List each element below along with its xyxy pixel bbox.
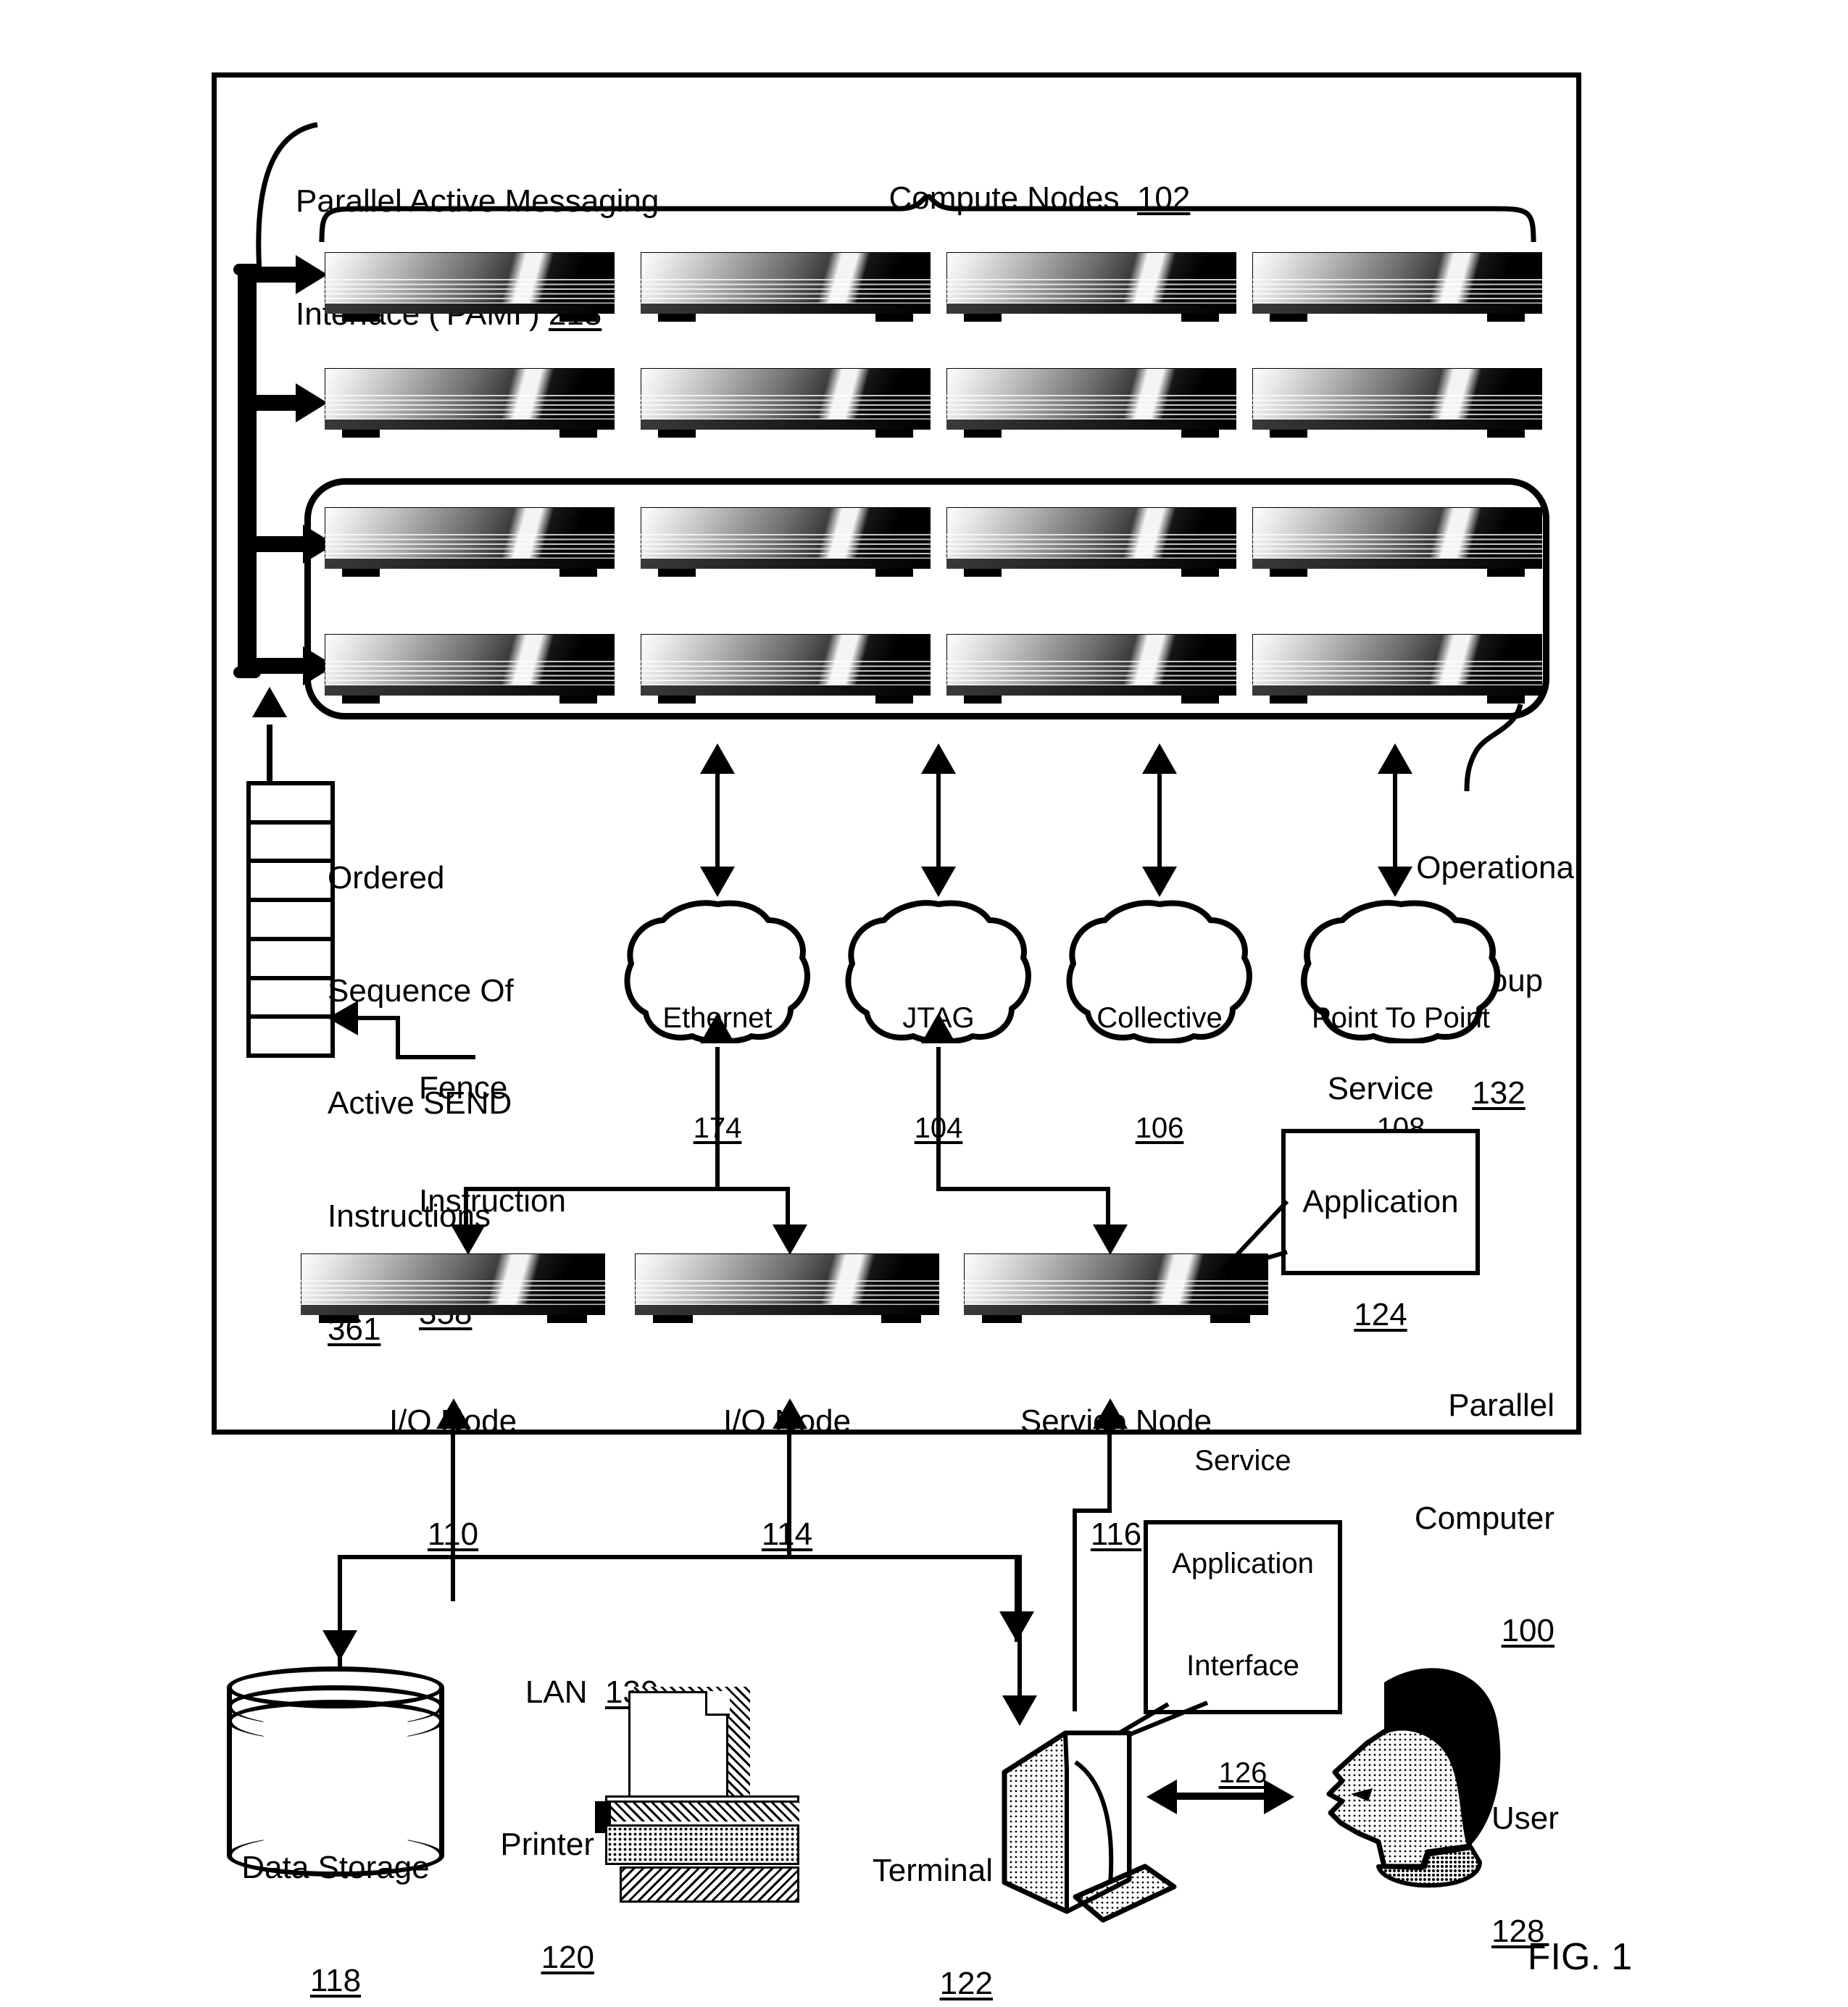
fence-arrow [328, 1001, 358, 1035]
service-application-pointer [1220, 1199, 1289, 1273]
lan-bus-full [338, 1555, 1022, 1559]
pami-stub-row2 [255, 395, 299, 411]
figure-page: Parallel Active Messaging Interface (‘PA… [0, 0, 1848, 2007]
fifo-cell [251, 825, 330, 864]
lan-drop-terminal [1017, 1555, 1022, 1707]
fifo-cell [251, 941, 330, 980]
ethernet-split-h [464, 1187, 790, 1191]
compute-node [641, 368, 931, 438]
compute-node [325, 507, 615, 577]
ethernet-down-line [715, 1047, 720, 1188]
fifo-cell [251, 863, 330, 903]
user-arrow-line [1174, 1793, 1268, 1800]
net-arrow-down-ethernet [700, 867, 735, 897]
lan-arrow-io110 [436, 1398, 471, 1429]
fifo-to-pami-arrow [252, 687, 287, 717]
ordered-sequence-fifo [246, 781, 335, 1058]
pami-arrow-row2 [296, 383, 328, 422]
lan-riser-io110 [451, 1556, 455, 1601]
compute-node [1252, 634, 1542, 704]
lan-jog-service116 [1073, 1509, 1112, 1513]
ethernet-branch-right [786, 1187, 790, 1230]
compute-node [325, 252, 615, 322]
jtag-down-line [936, 1047, 941, 1188]
cloud-label: Collective 106 [1096, 1002, 1223, 1144]
printer-icon [595, 1687, 815, 1903]
io-node-114-icon [635, 1253, 939, 1323]
net-line-collective [1157, 769, 1162, 871]
pami-stub-row4 [255, 658, 306, 674]
pami-leader-line [256, 122, 318, 273]
printer-label: Printer 120 [500, 1826, 594, 1975]
fence-leader-v [396, 1016, 400, 1059]
fifo-cell [251, 980, 330, 1019]
compute-node [946, 368, 1236, 438]
fence-leader-h1 [357, 1016, 400, 1020]
lan-arrow-printer [999, 1611, 1034, 1642]
compute-node [1252, 252, 1542, 322]
net-arrow-down-jtag [921, 867, 956, 897]
net-line-jtag [936, 769, 941, 871]
compute-node [641, 634, 931, 704]
ethernet-arrow-up-io [700, 1013, 735, 1043]
jtag-arrow-up [921, 1013, 956, 1043]
lan-line-service116 [1107, 1426, 1112, 1511]
ethernet-branch-left [464, 1187, 468, 1230]
compute-node [325, 634, 615, 704]
compute-node [946, 252, 1236, 322]
lan-arrow-service116 [1093, 1398, 1128, 1429]
service-application-callout: Service Application 124 [1281, 1071, 1480, 1332]
pami-arrow-row1 [296, 255, 328, 294]
pami-stub-row1 [255, 267, 299, 283]
net-line-p2p [1393, 769, 1397, 871]
user-arrow-left [1146, 1779, 1177, 1814]
compute-node [641, 507, 931, 577]
io-node-110-icon [301, 1253, 605, 1323]
user-icon [1297, 1652, 1522, 1891]
lan-drop-service116 [1073, 1509, 1077, 1711]
compute-node [946, 634, 1236, 704]
net-arrow-down-collective [1142, 867, 1177, 897]
compute-node [641, 252, 931, 322]
jtag-split-h [936, 1187, 1110, 1191]
pami-stub-row3 [255, 536, 306, 552]
lan-arrow-io114 [773, 1398, 807, 1429]
lan-arrow-storage [322, 1630, 357, 1661]
lan-line-io110 [451, 1426, 455, 1558]
user-arrow-right [1264, 1779, 1294, 1814]
jtag-branch [1106, 1187, 1110, 1230]
net-arrow-down-p2p [1378, 867, 1412, 897]
jtag-arrow-service [1093, 1224, 1128, 1255]
fifo-cell [251, 785, 330, 825]
fifo-cell [251, 902, 330, 941]
fifo-cell [251, 1019, 330, 1053]
lan-line-io114 [787, 1426, 791, 1558]
figure-label: FIG. 1 [1527, 1936, 1633, 1979]
terminal-label: Terminal 122 [872, 1852, 993, 2001]
compute-node [1252, 368, 1542, 438]
compute-node [325, 368, 615, 438]
fifo-to-pami-line [267, 725, 272, 783]
net-line-ethernet [715, 769, 720, 871]
compute-node [946, 507, 1236, 577]
terminal-icon [994, 1708, 1204, 1926]
compute-node [1252, 507, 1542, 577]
compute-nodes-brace [319, 194, 1536, 243]
ethernet-arrow-io-110 [451, 1224, 486, 1255]
ethernet-arrow-io-114 [773, 1224, 807, 1255]
network-cloud-collective: Collective 106 [1062, 898, 1257, 1144]
pami-bus-spine [238, 268, 257, 675]
